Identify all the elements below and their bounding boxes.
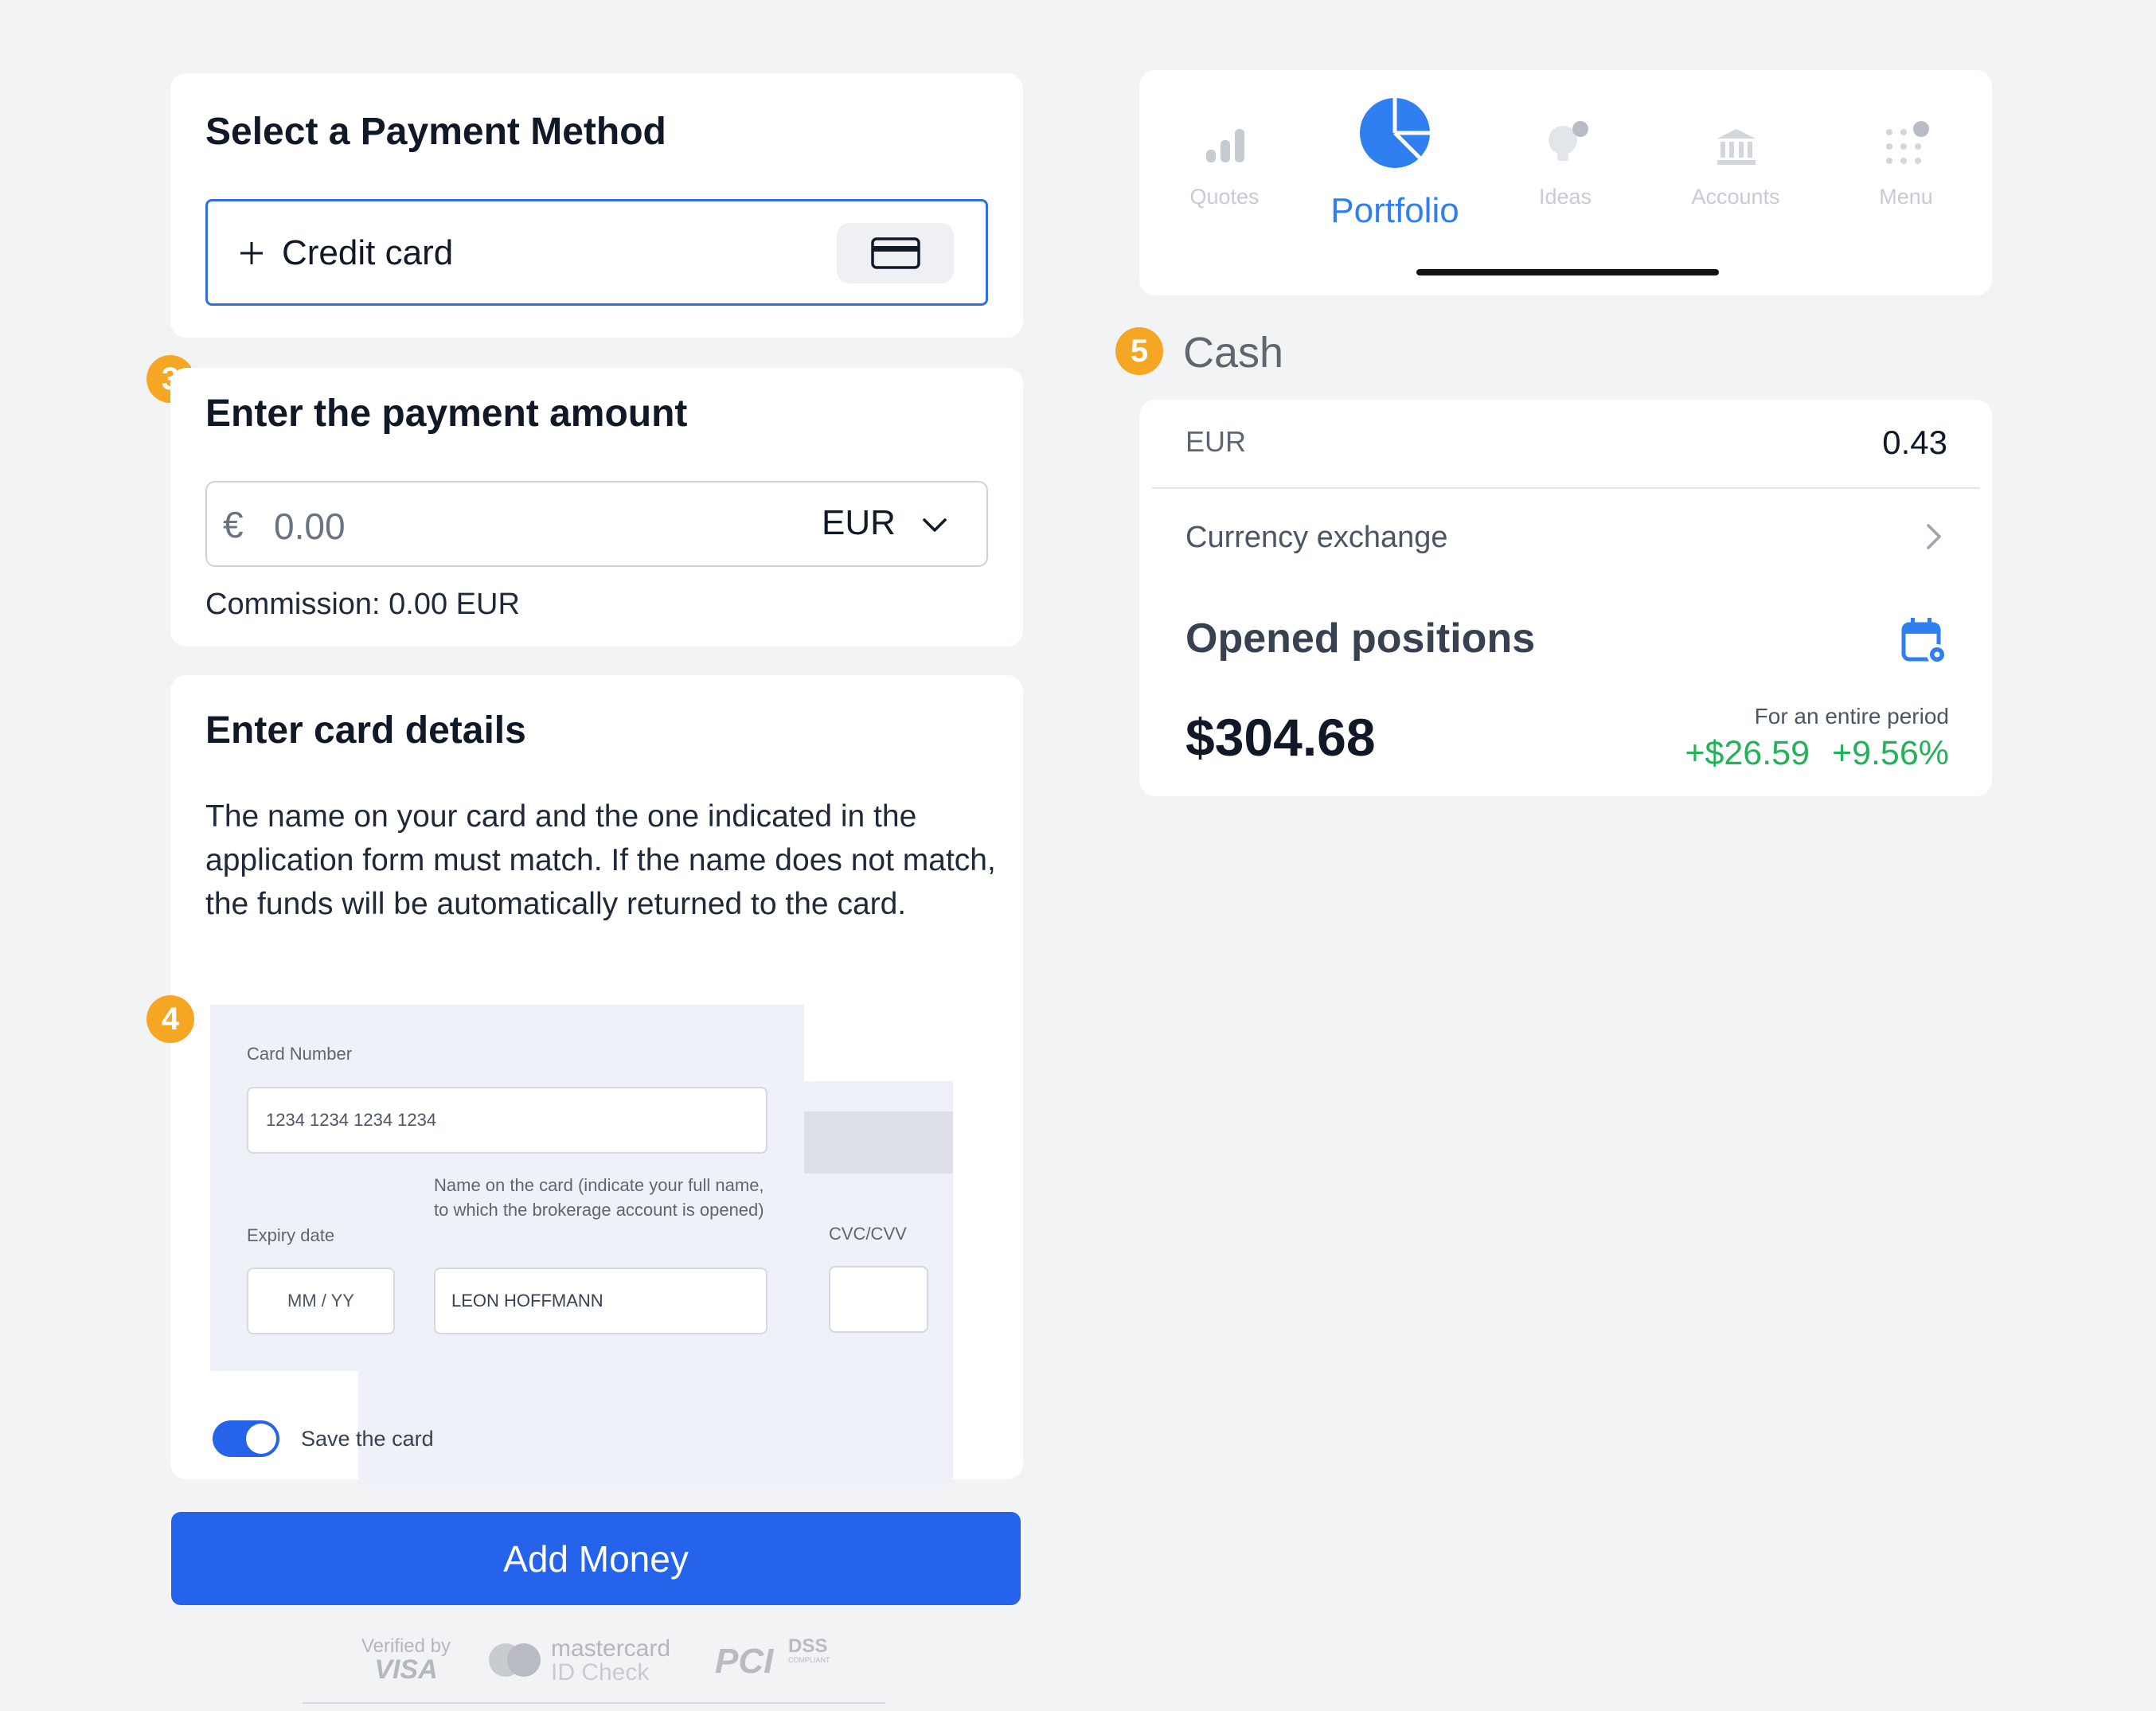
change-percent: +9.56% [1831,734,1949,772]
tab-menu-label: Menu [1879,185,1933,209]
mastercard-circles-icon [489,1643,541,1677]
cvc-label: CVC/CVV [829,1224,907,1244]
card-number-placeholder: 1234 1234 1234 1234 [266,1110,437,1130]
amount-input[interactable]: € 0.00 EUR [205,481,988,567]
mastercard-line1: mastercard [551,1635,671,1662]
save-card-toggle[interactable] [213,1420,279,1457]
step-badge-4: 4 [146,995,194,1043]
amount-placeholder: 0.00 [274,506,346,547]
positions-value: $304.68 [1185,708,1376,767]
tab-accounts[interactable]: Accounts [1650,70,1821,253]
step-badge-5: 5 [1115,327,1163,375]
tab-quotes[interactable]: Quotes [1139,70,1310,253]
bar-chart-icon [1206,129,1244,162]
mastercard-line2: ID Check [551,1659,650,1686]
payment-method-title: Select a Payment Method [205,111,666,153]
cash-card: EUR 0.43 Currency exchange Opened positi… [1139,400,1992,796]
chevron-down-icon [923,518,947,532]
card-details-card: Enter card details The name on your card… [170,675,1023,1489]
credit-card-option[interactable]: Credit card [205,199,988,306]
expiry-placeholder: MM / YY [287,1291,354,1311]
expiry-label: Expiry date [247,1225,335,1245]
trust-divider [303,1702,885,1704]
tab-portfolio-label: Portfolio [1330,191,1459,230]
payment-method-card: Select a Payment Method Credit card [170,73,1023,338]
tab-portfolio[interactable]: Portfolio [1310,70,1480,253]
pie-chart-icon [1360,98,1430,168]
currency-select[interactable]: EUR [822,502,973,549]
tab-quotes-label: Quotes [1189,185,1260,209]
plus-icon [240,242,263,264]
tab-accounts-label: Accounts [1691,185,1780,209]
change-absolute: +$26.59 [1685,734,1810,772]
credit-card-label: Credit card [282,233,454,272]
bank-icon [1717,129,1756,165]
dss-text: DSS [788,1635,828,1657]
expiry-input[interactable]: MM / YY [247,1268,395,1334]
tab-ideas[interactable]: Ideas [1480,70,1650,253]
cash-title: Cash [1183,329,1284,377]
save-card-label: Save the card [301,1427,434,1451]
cash-currency: EUR [1185,425,1247,458]
cvc-input[interactable] [829,1266,928,1333]
pci-dss-logo: PCI DSS COMPLIANT [715,1635,834,1686]
toggle-knob [246,1424,276,1454]
add-money-button[interactable]: Add Money [171,1512,1021,1605]
bottom-nav-card: Quotes Portfolio Ideas Accounts Menu [1139,70,1992,295]
card-number-label: Card Number [247,1044,353,1064]
chevron-right-icon [1927,524,1941,549]
currency-exchange-label: Currency exchange [1185,521,1448,554]
positions-change: +$26.59 +9.56% [1685,734,1949,773]
period-label: For an entire period [1754,704,1949,729]
card-details-title: Enter card details [205,709,526,752]
calendar-settings-icon[interactable] [1900,616,1950,667]
currency-exchange-row[interactable]: Currency exchange [1139,492,1992,580]
card-name-label: Name on the card (indicate your full nam… [434,1175,764,1220]
commission-text: Commission: 0.00 EUR [205,588,520,621]
home-indicator [1416,269,1719,275]
card-name-input[interactable]: LEON HOFFMANN [434,1268,767,1334]
tab-ideas-label: Ideas [1538,185,1592,209]
tab-menu[interactable]: Menu [1821,70,1991,253]
credit-card-icon-box [837,223,954,283]
grid-dots-icon [1886,121,1929,164]
pci-text: PCI [715,1642,774,1681]
card-name-value: LEON HOFFMANN [451,1291,603,1311]
visa-line2: VISA [374,1654,438,1685]
credit-card-icon [871,237,920,269]
currency-value: EUR [822,503,896,542]
payment-amount-title: Enter the payment amount [205,393,688,435]
euro-symbol: € [223,504,244,545]
lightbulb-icon [1549,121,1588,161]
card-number-input[interactable]: 1234 1234 1234 1234 [247,1087,767,1154]
card-details-description: The name on your card and the one indica… [205,799,996,921]
verified-by-visa-logo: Verified by VISA [358,1635,454,1685]
cash-amount: 0.43 [1882,424,1947,461]
cash-divider [1152,487,1980,489]
add-money-label: Add Money [503,1537,689,1580]
compliant-text: COMPLIANT [788,1656,830,1664]
mastercard-logo: mastercard ID Check [487,1635,678,1688]
opened-positions-title: Opened positions [1185,615,1536,662]
card-back-stripe [804,1111,953,1174]
payment-amount-card: Enter the payment amount € 0.00 EUR Comm… [170,368,1023,647]
